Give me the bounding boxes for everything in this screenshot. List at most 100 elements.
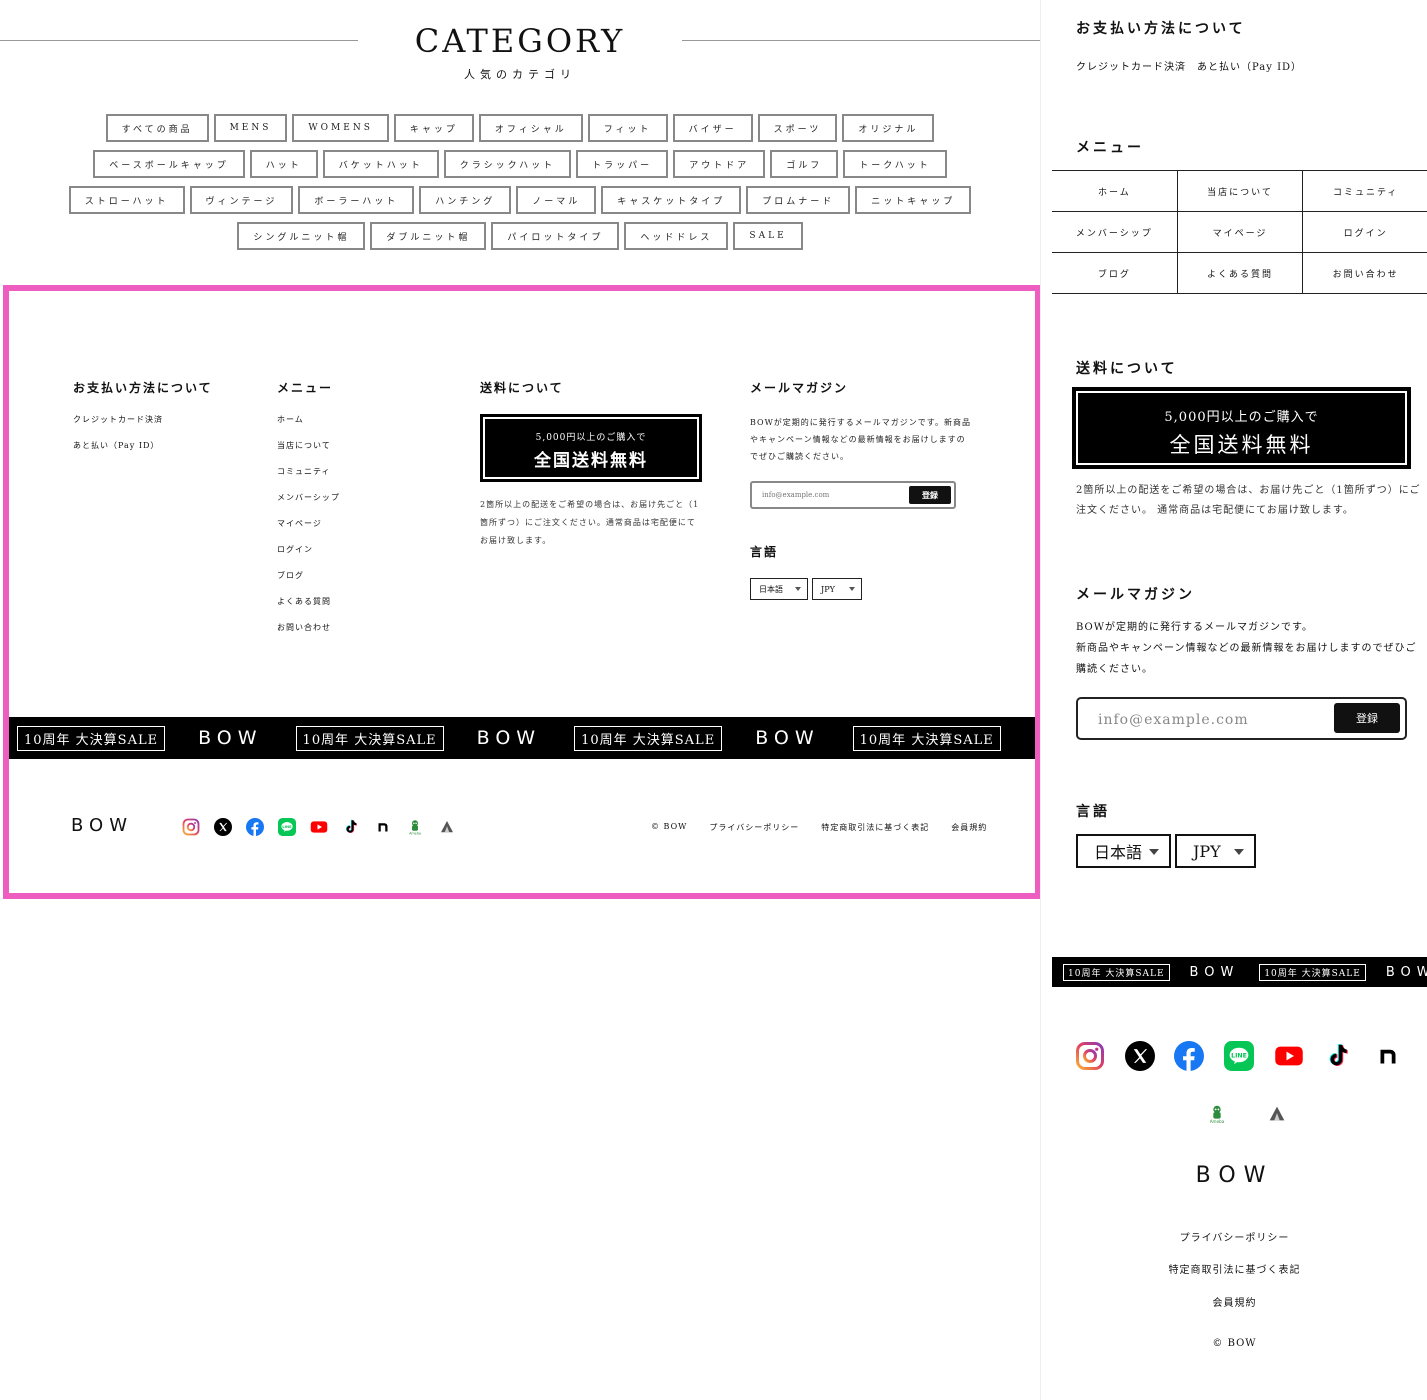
category-button[interactable]: ゴルフ <box>770 150 839 178</box>
footer-logo[interactable]: BOW <box>71 815 133 836</box>
category-button[interactable]: すべての商品 <box>105 114 209 142</box>
mobile-newsletter-email-input[interactable]: info@example.com <box>1098 712 1249 728</box>
category-button[interactable]: MENS <box>213 114 288 142</box>
language-select[interactable]: 日本語 <box>750 578 808 600</box>
category-button[interactable]: クラシックハット <box>443 150 572 178</box>
category-button[interactable]: スポーツ <box>757 114 838 142</box>
tiktok-icon[interactable] <box>341 817 361 837</box>
category-button[interactable]: ヘッドドレス <box>624 222 729 250</box>
menu-link[interactable]: メンバーシップ <box>277 492 340 503</box>
category-button[interactable]: バケットハット <box>322 150 439 178</box>
currency-select-value: JPY <box>821 584 835 594</box>
category-button[interactable]: シングルニット帽 <box>237 222 366 250</box>
youtube-icon[interactable] <box>1273 1040 1305 1072</box>
category-button[interactable]: ハンチング <box>419 186 512 214</box>
footer-shipping: 送料について 5,000円以上のご購入で 全国送料無料 2箇所以上の配送をご希望… <box>480 379 702 550</box>
category-button[interactable]: ニットキャップ <box>855 186 972 214</box>
category-button[interactable]: ダブルニット帽 <box>370 222 487 250</box>
sale-badge[interactable]: 10周年 大決算SALE <box>574 725 723 751</box>
menu-link[interactable]: よくある質問 <box>277 596 340 607</box>
line-icon[interactable]: LINE <box>1223 1040 1255 1072</box>
facebook-icon[interactable] <box>245 817 265 837</box>
mobile-menu-link[interactable]: メンバーシップ <box>1052 212 1178 252</box>
mobile-newsletter-submit-button[interactable]: 登録 <box>1334 703 1400 733</box>
payment-heading: お支払い方法について <box>73 381 213 395</box>
band-brand: BOW <box>198 727 263 749</box>
category-button[interactable]: フィット <box>587 114 668 142</box>
mobile-menu-link[interactable]: ログイン <box>1303 212 1427 252</box>
mobile-privacy-policy-link[interactable]: プライバシーポリシー <box>1041 1229 1427 1244</box>
mobile-footer-logo[interactable]: BOW <box>1041 1163 1427 1188</box>
category-button[interactable]: トークハット <box>843 150 947 178</box>
category-button[interactable]: ハット <box>249 150 318 178</box>
category-button[interactable]: ボーラーハット <box>298 186 415 214</box>
member-terms-link[interactable]: 会員規約 <box>951 822 987 833</box>
menu-link[interactable]: ログイン <box>277 544 340 555</box>
mobile-currency-select[interactable]: JPY <box>1175 834 1256 868</box>
category-button[interactable]: オフィシャル <box>478 114 583 142</box>
mobile-menu-link[interactable]: コミュニティ <box>1303 171 1427 211</box>
copyright: © BOW <box>651 822 688 831</box>
mobile-menu-link[interactable]: 当店について <box>1178 171 1304 211</box>
category-button[interactable]: キャップ <box>393 114 474 142</box>
ameba-icon[interactable]: Ameba <box>405 817 425 837</box>
facebook-icon[interactable] <box>1173 1040 1205 1072</box>
mobile-language-heading: 言語 <box>1076 804 1110 820</box>
band-brand: BOW <box>755 727 820 749</box>
x-icon[interactable] <box>213 817 233 837</box>
mobile-language-select[interactable]: 日本語 <box>1076 834 1171 868</box>
menu-link[interactable]: コミュニティ <box>277 466 340 477</box>
mobile-menu-link[interactable]: ホーム <box>1052 171 1178 211</box>
tent-icon[interactable] <box>437 817 457 837</box>
instagram-icon[interactable] <box>181 817 201 837</box>
sale-badge[interactable]: 10周年 大決算SALE <box>295 725 444 751</box>
mobile-shipping-banner-small: 5,000円以上のご購入で <box>1164 410 1319 425</box>
ameba-icon[interactable]: Ameba <box>1201 1098 1233 1130</box>
menu-link[interactable]: お問い合わせ <box>277 622 340 633</box>
sale-badge[interactable]: 10周年 大決算SALE <box>1259 963 1366 981</box>
sale-badge[interactable]: 10周年 大決算SALE <box>1063 963 1170 981</box>
privacy-policy-link[interactable]: プライバシーポリシー <box>709 822 799 833</box>
category-button[interactable]: バイザー <box>672 114 753 142</box>
mobile-member-terms-link[interactable]: 会員規約 <box>1041 1294 1427 1309</box>
newsletter-email-input[interactable] <box>762 491 902 499</box>
category-button[interactable]: ベースボールキャップ <box>93 150 245 178</box>
note-icon[interactable] <box>373 817 393 837</box>
sale-badge[interactable]: 10周年 大決算SALE <box>852 725 1001 751</box>
category-button[interactable]: トラッパー <box>576 150 669 178</box>
mobile-menu-link[interactable]: お問い合わせ <box>1303 253 1427 293</box>
footer-newsletter: メールマガジン BOWが定期的に発行するメールマガジンです。新商品やキャンペーン… <box>750 379 972 600</box>
line-icon[interactable]: LINE <box>277 817 297 837</box>
category-button[interactable]: キャスケットタイプ <box>601 186 742 214</box>
menu-link[interactable]: ブログ <box>277 570 340 581</box>
mobile-menu-link[interactable]: よくある質問 <box>1178 253 1304 293</box>
category-button[interactable]: オリジナル <box>842 114 935 142</box>
mobile-commerce-law-link[interactable]: 特定商取引法に基づく表記 <box>1041 1261 1427 1276</box>
category-button[interactable]: ヴィンテージ <box>189 186 294 214</box>
mobile-payment-heading: お支払い方法について <box>1076 21 1246 37</box>
category-button[interactable]: アウトドア <box>673 150 766 178</box>
category-button[interactable]: WOMENS <box>292 114 389 142</box>
tiktok-icon[interactable] <box>1322 1040 1354 1072</box>
mobile-shipping-heading: 送料について <box>1076 361 1178 377</box>
category-button[interactable]: SALE <box>733 222 803 250</box>
newsletter-submit-button[interactable]: 登録 <box>909 486 951 504</box>
category-button[interactable]: パイロットタイプ <box>491 222 620 250</box>
tent-icon[interactable] <box>1261 1098 1293 1130</box>
sale-badge[interactable]: 10周年 大決算SALE <box>17 725 166 751</box>
category-button[interactable]: ノーマル <box>516 186 597 214</box>
menu-link[interactable]: ホーム <box>277 414 340 425</box>
note-icon[interactable] <box>1372 1040 1404 1072</box>
x-icon[interactable] <box>1124 1040 1156 1072</box>
menu-link[interactable]: マイページ <box>277 518 340 529</box>
currency-select[interactable]: JPY <box>812 578 862 600</box>
mobile-menu-link[interactable]: ブログ <box>1052 253 1178 293</box>
youtube-icon[interactable] <box>309 817 329 837</box>
category-button[interactable]: ストローハット <box>68 186 185 214</box>
instagram-icon[interactable] <box>1074 1040 1106 1072</box>
menu-link[interactable]: 当店について <box>277 440 340 451</box>
category-button[interactable]: プロムナード <box>746 186 851 214</box>
mobile-menu-link[interactable]: マイページ <box>1178 212 1304 252</box>
chevron-down-icon <box>1234 849 1244 855</box>
commerce-law-link[interactable]: 特定商取引法に基づく表記 <box>821 822 929 833</box>
